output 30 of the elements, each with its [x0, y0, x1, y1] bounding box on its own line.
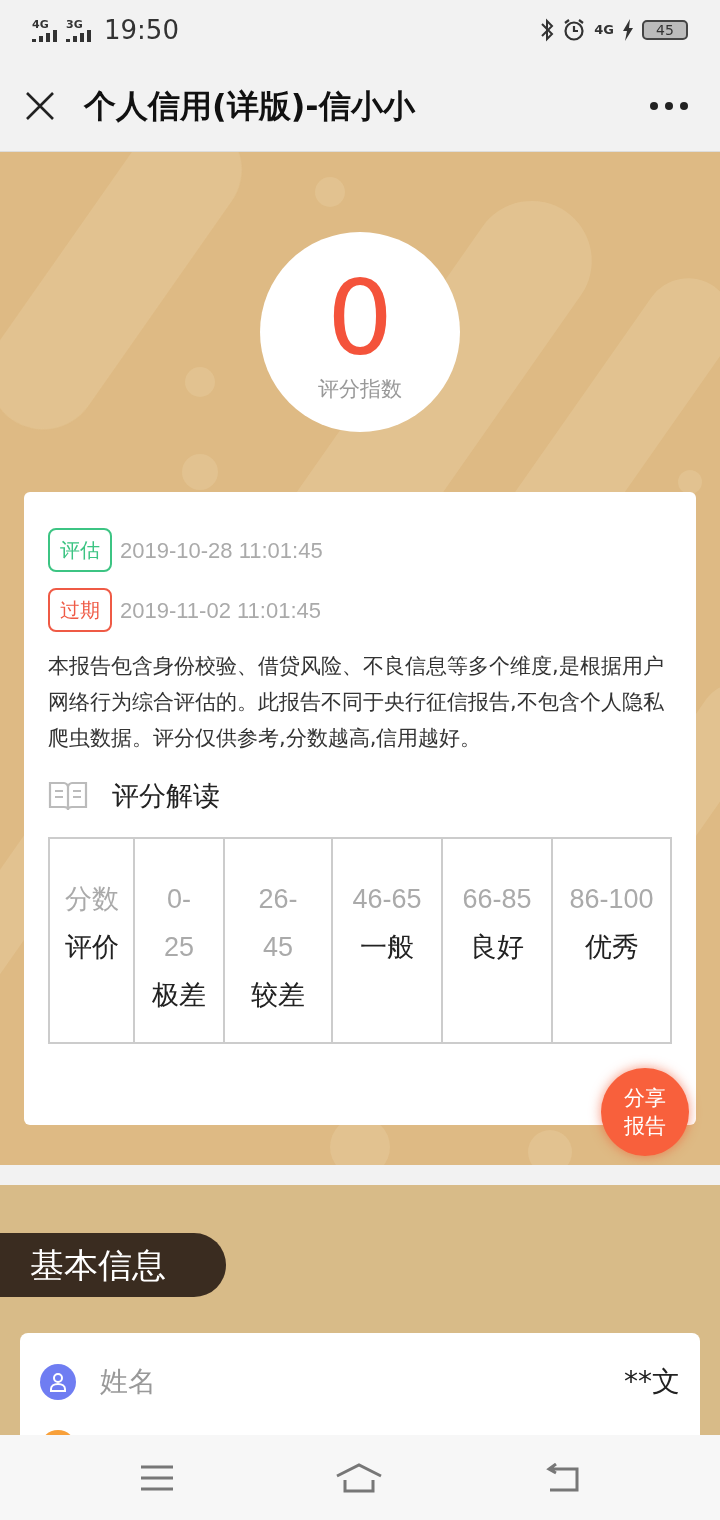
section-title: 基本信息 — [0, 1233, 226, 1297]
field-value: **文 — [624, 1364, 680, 1400]
report-description: 本报告包含身份校验、借贷风险、不良信息等多个维度,是根据用户网络行为综合评估的。此报告不同于央行征信报告,不包含个人隐私爬虫数据。评分仅供参考,分数越高,信用越好。 — [48, 653, 665, 752]
section-heading: 评分解读 — [112, 779, 220, 813]
rating-text: 优秀 — [584, 929, 639, 964]
network-type: 3G — [66, 18, 83, 30]
rating-text: 一般 — [360, 929, 414, 964]
rating-text: 评价 — [64, 929, 119, 964]
network-type: 4G — [32, 18, 49, 30]
rating-text: 较差 — [251, 977, 305, 1012]
score-range: 46-65 — [352, 882, 422, 916]
date-text: 2019-10-28 11:01:45 — [120, 536, 323, 565]
field-label: 姓名 — [100, 1364, 156, 1400]
score-value: 0 — [326, 266, 394, 371]
rating-text: 极差 — [152, 977, 206, 1012]
share-report-button[interactable]: 分享报告 — [601, 1068, 689, 1156]
score-range: 0-25 — [162, 882, 195, 964]
network-type: 4G — [594, 21, 614, 40]
rating-text: 良好 — [470, 929, 524, 964]
battery-indicator: 45 — [642, 20, 688, 40]
date-text: 2019-11-02 11:01:45 — [120, 596, 322, 625]
clock-time: 19:50 — [104, 13, 179, 47]
date-tag: 评估 — [48, 528, 112, 572]
page-title: 个人信用(详版)-信小小 — [84, 85, 415, 127]
score-label: 评分指数 — [318, 376, 402, 404]
date-tag: 过期 — [48, 588, 112, 632]
score-range: 26-45 — [257, 882, 299, 964]
score-range: 分数 — [64, 882, 119, 916]
score-range: 86-100 — [569, 882, 654, 916]
score-range: 66-85 — [462, 882, 532, 916]
